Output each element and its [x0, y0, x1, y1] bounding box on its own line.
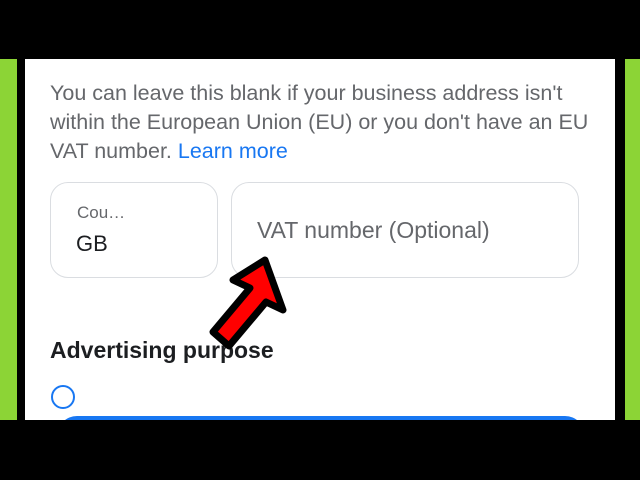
country-label: Cou… — [77, 203, 126, 222]
country-select[interactable]: Cou… GB — [50, 182, 218, 278]
country-value: GB — [76, 231, 108, 256]
frame-border-right — [625, 59, 640, 420]
learn-more-link[interactable]: Learn more — [178, 139, 288, 163]
frame-gap-left — [17, 59, 25, 420]
help-text-body: You can leave this blank if your busines… — [50, 81, 589, 163]
letterbox-bottom — [0, 420, 640, 480]
frame-border-left — [0, 59, 17, 420]
vat-number-placeholder: VAT number (Optional) — [257, 217, 490, 243]
advertising-purpose-radio[interactable] — [51, 385, 75, 409]
letterbox-top — [0, 0, 640, 59]
red-arrow-icon — [209, 256, 287, 350]
app-screen: You can leave this blank if your busines… — [25, 59, 615, 420]
vat-help-text: You can leave this blank if your busines… — [50, 79, 590, 166]
frame-gap-right — [615, 59, 625, 420]
